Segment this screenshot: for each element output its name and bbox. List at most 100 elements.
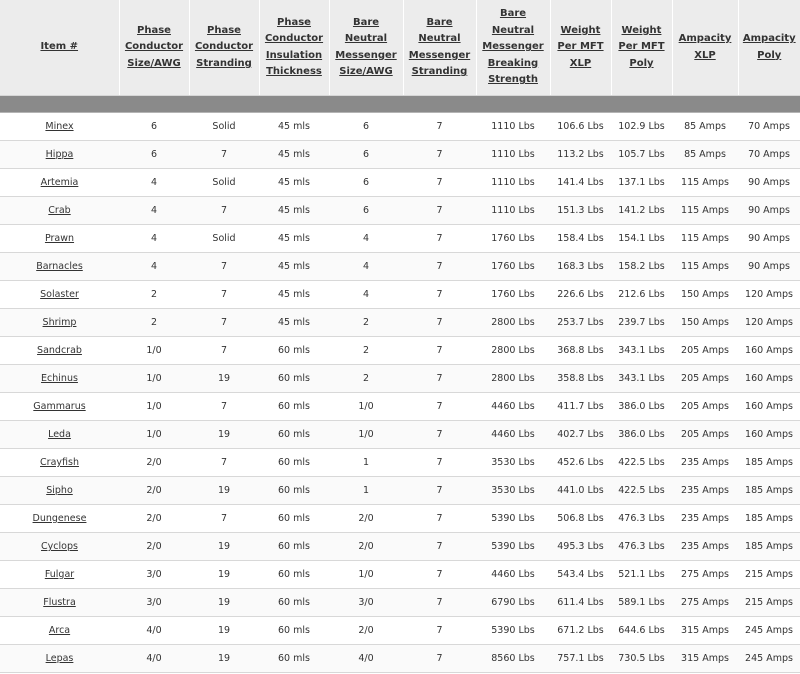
ampacity-xlp-cell: 275 Amps	[672, 560, 738, 589]
neutral-size-cell: 2	[329, 336, 403, 365]
phase-stranding-cell: Solid	[189, 168, 259, 197]
table-row: Echinus 1/0 19 60 mls 2 7 2800 Lbs 358.8 Lbs 343…	[0, 364, 800, 393]
ampacity-poly-cell: 90 Amps	[738, 224, 800, 253]
header-ampacity-xlp[interactable]: Ampacity XLP	[672, 0, 739, 96]
item-link[interactable]: Shrimp	[0, 308, 119, 337]
neutral-stranding-cell: 7	[403, 588, 476, 617]
weight-xlp-cell: 253.7 Lbs	[550, 308, 611, 337]
neutral-size-cell: 1/0	[329, 420, 403, 449]
neutral-stranding-cell: 7	[403, 308, 476, 337]
neutral-size-cell: 4	[329, 224, 403, 253]
weight-xlp-cell: 611.4 Lbs	[550, 588, 611, 617]
header-row: Item # Phase Conductor Size/AWG Phase Co…	[0, 0, 800, 96]
phase-stranding-cell: 19	[189, 616, 259, 645]
ampacity-xlp-cell: 85 Amps	[672, 140, 738, 169]
item-link[interactable]: Flustra	[0, 588, 119, 617]
item-link[interactable]: Cyclops	[0, 532, 119, 561]
header-item[interactable]: Item #	[0, 0, 120, 96]
item-link[interactable]: Leda	[0, 420, 119, 449]
phase-insulation-cell: 45 mls	[259, 196, 329, 225]
phase-insulation-cell: 45 mls	[259, 224, 329, 253]
header-phase-stranding[interactable]: Phase Conductor Stranding	[189, 0, 260, 96]
weight-xlp-cell: 168.3 Lbs	[550, 252, 611, 281]
phase-size-cell: 1/0	[119, 364, 189, 393]
weight-poly-cell: 343.1 Lbs	[611, 364, 672, 393]
header-neutral-stranding[interactable]: Bare Neutral Messenger Stranding	[403, 0, 477, 96]
neutral-size-cell: 4	[329, 280, 403, 309]
phase-size-cell: 2/0	[119, 532, 189, 561]
phase-insulation-cell: 60 mls	[259, 476, 329, 505]
phase-insulation-cell: 45 mls	[259, 308, 329, 337]
ampacity-xlp-cell: 150 Amps	[672, 280, 738, 309]
item-link[interactable]: Gammarus	[0, 392, 119, 421]
header-weight-poly[interactable]: Weight Per MFT Poly	[611, 0, 673, 96]
weight-poly-cell: 386.0 Lbs	[611, 392, 672, 421]
item-link[interactable]: Lepas	[0, 644, 119, 673]
neutral-breaking-cell: 4460 Lbs	[476, 560, 550, 589]
neutral-stranding-cell: 7	[403, 364, 476, 393]
ampacity-xlp-cell: 275 Amps	[672, 588, 738, 617]
table-row: Fulgar 3/0 19 60 mls 1/0 7 4460 Lbs 543.4 Lbs 52…	[0, 560, 800, 589]
phase-insulation-cell: 45 mls	[259, 112, 329, 141]
phase-insulation-cell: 60 mls	[259, 644, 329, 673]
weight-xlp-cell: 358.8 Lbs	[550, 364, 611, 393]
header-weight-xlp[interactable]: Weight Per MFT XLP	[550, 0, 612, 96]
item-link[interactable]: Echinus	[0, 364, 119, 393]
neutral-stranding-cell: 7	[403, 644, 476, 673]
phase-stranding-cell: 19	[189, 364, 259, 393]
phase-insulation-cell: 60 mls	[259, 420, 329, 449]
item-link[interactable]: Arca	[0, 616, 119, 645]
item-link[interactable]: Hippa	[0, 140, 119, 169]
phase-size-cell: 4	[119, 252, 189, 281]
item-link[interactable]: Fulgar	[0, 560, 119, 589]
ampacity-poly-cell: 215 Amps	[738, 588, 800, 617]
weight-poly-cell: 102.9 Lbs	[611, 112, 672, 141]
item-link[interactable]: Crab	[0, 196, 119, 225]
weight-xlp-cell: 671.2 Lbs	[550, 616, 611, 645]
ampacity-poly-cell: 160 Amps	[738, 336, 800, 365]
weight-poly-cell: 386.0 Lbs	[611, 420, 672, 449]
neutral-stranding-cell: 7	[403, 476, 476, 505]
header-neutral-breaking[interactable]: Bare Neutral Messenger Breaking Strength	[476, 0, 551, 96]
ampacity-xlp-cell: 205 Amps	[672, 336, 738, 365]
header-phase-size[interactable]: Phase Conductor Size/AWG	[119, 0, 190, 96]
phase-insulation-cell: 60 mls	[259, 364, 329, 393]
weight-poly-cell: 422.5 Lbs	[611, 476, 672, 505]
header-phase-insulation[interactable]: Phase Conductor Insulation Thickness	[259, 0, 330, 96]
item-link[interactable]: Crayfish	[0, 448, 119, 477]
phase-size-cell: 2/0	[119, 504, 189, 533]
item-link[interactable]: Barnacles	[0, 252, 119, 281]
item-link[interactable]: Dungenese	[0, 504, 119, 533]
ampacity-poly-cell: 160 Amps	[738, 392, 800, 421]
phase-size-cell: 6	[119, 112, 189, 141]
item-link[interactable]: Sipho	[0, 476, 119, 505]
neutral-stranding-cell: 7	[403, 532, 476, 561]
ampacity-xlp-cell: 235 Amps	[672, 532, 738, 561]
phase-size-cell: 4/0	[119, 616, 189, 645]
item-link[interactable]: Sandcrab	[0, 336, 119, 365]
table-row: Barnacles 4 7 45 mls 4 7 1760 Lbs 168.3 Lbs 158.…	[0, 252, 800, 281]
weight-xlp-cell: 106.6 Lbs	[550, 112, 611, 141]
item-link[interactable]: Prawn	[0, 224, 119, 253]
item-link[interactable]: Solaster	[0, 280, 119, 309]
ampacity-poly-cell: 70 Amps	[738, 140, 800, 169]
ampacity-poly-cell: 120 Amps	[738, 308, 800, 337]
phase-stranding-cell: 19	[189, 420, 259, 449]
neutral-size-cell: 2/0	[329, 504, 403, 533]
item-link[interactable]: Minex	[0, 112, 119, 141]
neutral-size-cell: 6	[329, 140, 403, 169]
neutral-size-cell: 6	[329, 196, 403, 225]
neutral-stranding-cell: 7	[403, 252, 476, 281]
table-row: Crab 4 7 45 mls 6 7 1110 Lbs 151.3 Lbs 141.2 Lbs…	[0, 196, 800, 225]
weight-poly-cell: 730.5 Lbs	[611, 644, 672, 673]
header-ampacity-poly[interactable]: Ampacity Poly	[738, 0, 800, 96]
weight-xlp-cell: 441.0 Lbs	[550, 476, 611, 505]
header-neutral-size[interactable]: Bare Neutral Messenger Size/AWG	[329, 0, 404, 96]
ampacity-xlp-cell: 205 Amps	[672, 420, 738, 449]
weight-xlp-cell: 113.2 Lbs	[550, 140, 611, 169]
item-link[interactable]: Artemia	[0, 168, 119, 197]
neutral-stranding-cell: 7	[403, 280, 476, 309]
phase-stranding-cell: 19	[189, 644, 259, 673]
neutral-breaking-cell: 4460 Lbs	[476, 420, 550, 449]
neutral-size-cell: 1/0	[329, 392, 403, 421]
